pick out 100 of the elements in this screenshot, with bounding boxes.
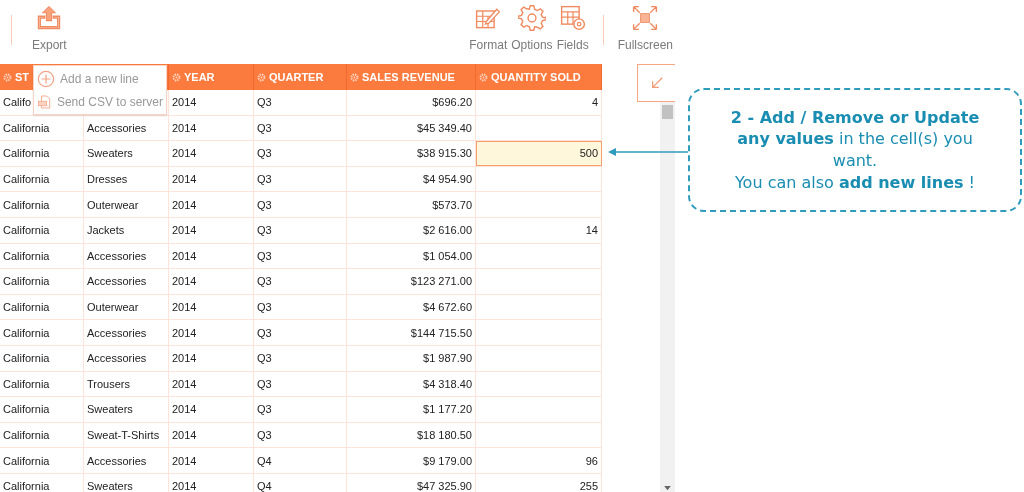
table-cell: 2014 <box>169 115 254 141</box>
table-cell: $144 715.50 <box>347 320 476 345</box>
format-button[interactable]: Format <box>467 0 510 52</box>
plus-circle-icon <box>37 69 55 88</box>
table-cell: 2014 <box>169 166 254 192</box>
fullscreen-button[interactable]: Fullscreen <box>615 0 675 52</box>
table-cell: Q3 <box>254 90 347 115</box>
export-button[interactable]: Export <box>30 0 69 52</box>
options-button[interactable]: Options <box>509 0 555 52</box>
table-cell: California <box>0 371 84 397</box>
table-cell: California <box>0 192 84 217</box>
table-cell: $573.70 <box>347 192 476 217</box>
table-cell: Sweat-T-Shirts <box>84 422 169 448</box>
table-cell: 2014 <box>169 397 254 422</box>
table-cell: $696.20 <box>347 90 476 115</box>
table-cell: Trousers <box>84 371 169 397</box>
table-cell: California <box>0 397 84 422</box>
column-header[interactable]: QUARTER <box>254 64 347 90</box>
callout-text: 2 - Add / Remove or Update any values in the cell(s) you want. <box>729 106 981 172</box>
table-cell: Q3 <box>254 192 347 217</box>
table-cell: Q4 <box>254 448 347 473</box>
table-cell: Dresses <box>84 166 169 192</box>
table-cell: Outerwear <box>84 192 169 217</box>
input-field[interactable]: 500 <box>476 141 602 166</box>
table-cell: $47 325.90 <box>347 473 476 492</box>
table-cell: Accessories <box>84 269 169 294</box>
table-cell: 2014 <box>169 448 254 473</box>
table-cell: Q3 <box>254 422 347 448</box>
table-cell: 2014 <box>169 192 254 217</box>
table-cell: $123 271.00 <box>347 269 476 294</box>
table-cell: Accessories <box>84 448 169 473</box>
table-cell: California <box>0 320 84 345</box>
menu-item[interactable]: Add a new line <box>34 67 166 90</box>
table-cell: $9 179.00 <box>347 448 476 473</box>
settings-icon <box>350 72 359 82</box>
table-cell: Sweaters <box>84 141 169 166</box>
expand-icon <box>631 4 660 32</box>
collapse-button[interactable] <box>637 64 675 102</box>
table-cell: 2014 <box>169 320 254 345</box>
table-cell: 2014 <box>169 422 254 448</box>
table-cell: Q4 <box>254 473 347 492</box>
scrollbar-thumb[interactable] <box>662 105 673 119</box>
table-cell: Q3 <box>254 371 347 397</box>
table-cell: California <box>0 345 84 371</box>
table-cell: Q3 <box>254 141 347 166</box>
table-cell: 2014 <box>169 243 254 269</box>
table-gear-icon <box>558 4 587 32</box>
table-cell: $1 054.00 <box>347 243 476 269</box>
table-cell: $4 318.40 <box>347 371 476 397</box>
table-cell: Q3 <box>254 166 347 192</box>
table-cell: $45 349.40 <box>347 115 476 141</box>
table-cell: Q3 <box>254 269 347 294</box>
table-cell: California <box>0 473 84 492</box>
table-cell: 2014 <box>169 371 254 397</box>
settings-icon <box>517 4 546 32</box>
shrink-arrow-icon <box>649 76 664 90</box>
table-cell: 2014 <box>169 294 254 320</box>
settings-icon <box>3 72 12 82</box>
table-cell: $18 180.50 <box>347 422 476 448</box>
table-cell: 14 <box>476 217 602 243</box>
table-cell: $2 616.00 <box>347 217 476 243</box>
table-cell: California <box>0 243 84 269</box>
table-cell: 2014 <box>169 217 254 243</box>
column-header[interactable]: QUANTITY SOLD <box>476 64 602 90</box>
table-cell: $1 177.20 <box>347 397 476 422</box>
table-cell: Q3 <box>254 115 347 141</box>
table-cell: 96 <box>476 448 602 473</box>
column-header[interactable]: YEAR <box>169 64 254 90</box>
scrollbar[interactable] <box>660 102 675 492</box>
table-cell: Q3 <box>254 294 347 320</box>
table-cell: California <box>0 141 84 166</box>
table-cell: Q3 <box>254 320 347 345</box>
table-cell: Q3 <box>254 345 347 371</box>
table-cell: 255 <box>476 473 602 492</box>
table-cell: 2014 <box>169 345 254 371</box>
down-arrow-icon[interactable] <box>664 486 671 491</box>
table-cell: Jackets <box>84 217 169 243</box>
table-cell: 4 <box>476 90 602 115</box>
callout-text: You can also add new lines ! <box>734 171 976 194</box>
table-cell: Q3 <box>254 217 347 243</box>
table-cell: Accessories <box>84 345 169 371</box>
table-cell: 2014 <box>169 473 254 492</box>
table-cell: California <box>0 217 84 243</box>
table-cell: $1 987.90 <box>347 345 476 371</box>
table-cell: $4 672.60 <box>347 294 476 320</box>
table-cell: Sweaters <box>84 397 169 422</box>
table-cell: Accessories <box>84 320 169 345</box>
settings-icon <box>479 72 488 82</box>
table-cell: California <box>0 269 84 294</box>
table-cell: Sweaters <box>84 473 169 492</box>
table-cell: California <box>0 166 84 192</box>
column-header[interactable]: SALES REVENUE <box>347 64 476 90</box>
table-cell: 2014 <box>169 90 254 115</box>
table-cell: 2014 <box>169 141 254 166</box>
table-cell: Q3 <box>254 397 347 422</box>
settings-icon <box>257 72 266 82</box>
table-cell: California <box>0 294 84 320</box>
table-cell: Accessories <box>84 243 169 269</box>
settings-icon <box>172 72 181 82</box>
fields-button[interactable]: Fields <box>554 0 591 52</box>
